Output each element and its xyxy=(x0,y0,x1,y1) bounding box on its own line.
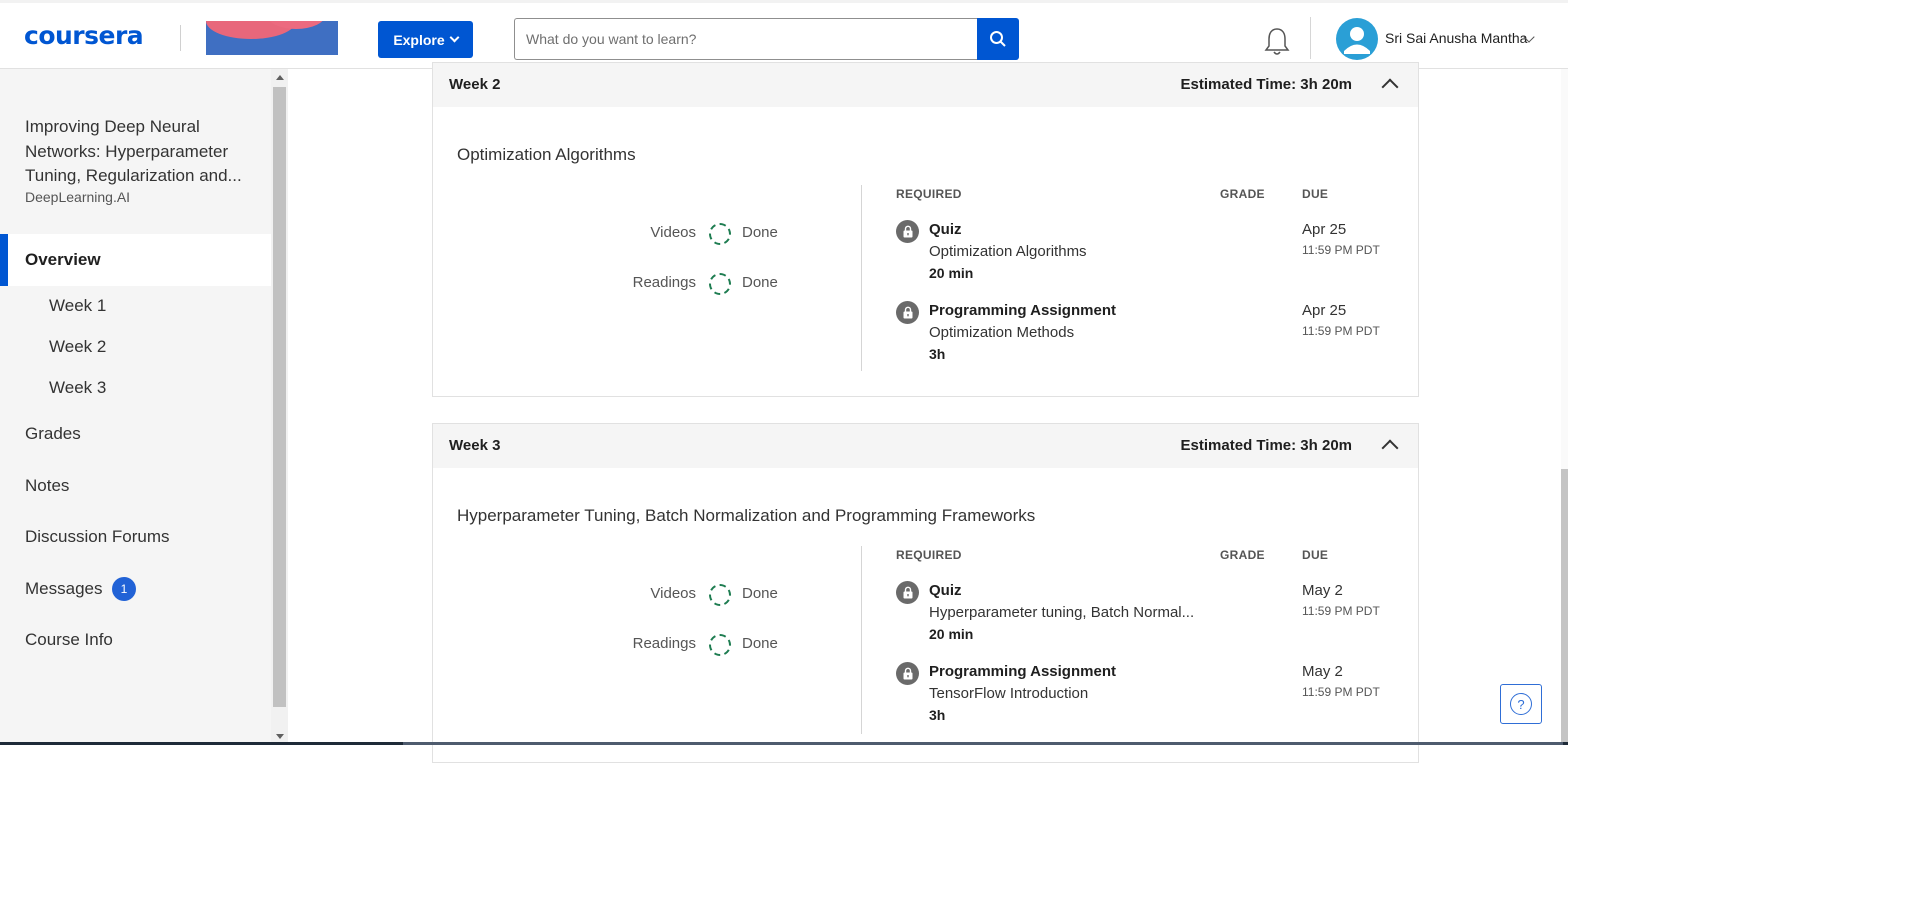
sidebar-item-week-2[interactable]: Week 2 xyxy=(49,337,106,357)
item-duration: 20 min xyxy=(929,626,974,642)
estimated-time: Estimated Time: 3h 20m xyxy=(1180,437,1352,454)
item-duration: 3h xyxy=(929,707,946,723)
estimated-time: Estimated Time: 3h 20m xyxy=(1180,76,1352,93)
column-header-due: DUE xyxy=(1302,187,1329,201)
lock-icon xyxy=(896,301,919,324)
main-scroll-thumb[interactable] xyxy=(1561,469,1568,745)
search-icon xyxy=(990,31,1006,47)
explore-button[interactable]: Explore xyxy=(378,21,473,58)
item-name[interactable]: Hyperparameter tuning, Batch Normal... xyxy=(929,604,1194,621)
help-icon: ? xyxy=(1510,693,1532,715)
item-type[interactable]: Quiz xyxy=(929,582,962,599)
due-date: Apr 25 xyxy=(1302,221,1347,238)
due-time: 11:59 PM PDT xyxy=(1302,604,1380,618)
column-header-grade: GRADE xyxy=(1220,548,1265,562)
readings-status: Done xyxy=(742,274,778,291)
videos-status: Done xyxy=(742,585,778,602)
readings-label: Readings xyxy=(632,635,696,652)
search-field[interactable] xyxy=(514,18,978,60)
explore-label: Explore xyxy=(393,31,445,48)
lock-icon xyxy=(896,581,919,604)
week-card-2: Week 2 Estimated Time: 3h 20m Optimizati… xyxy=(432,62,1419,397)
item-type[interactable]: Programming Assignment xyxy=(929,663,1116,680)
header-divider xyxy=(1310,17,1311,59)
column-header-due: DUE xyxy=(1302,548,1329,562)
item-name[interactable]: Optimization Algorithms xyxy=(929,243,1087,260)
chevron-up-icon[interactable] xyxy=(1381,439,1399,457)
user-name[interactable]: Sri Sai Anusha Mantha xyxy=(1385,30,1527,46)
course-sidebar: Improving Deep Neural Networks: Hyperpar… xyxy=(0,69,271,745)
column-divider xyxy=(861,185,862,371)
course-partner: DeepLearning.AI xyxy=(25,189,131,205)
sidebar-item-course-info[interactable]: Course Info xyxy=(25,630,113,650)
week-card-3: Week 3 Estimated Time: 3h 20m Hyperparam… xyxy=(432,423,1419,763)
scroll-up-arrow-icon[interactable] xyxy=(276,75,284,80)
help-button[interactable]: ? xyxy=(1500,684,1542,724)
item-type[interactable]: Quiz xyxy=(929,221,962,238)
item-name[interactable]: Optimization Methods xyxy=(929,324,1074,341)
readings-status: Done xyxy=(742,635,778,652)
videos-label: Videos xyxy=(650,585,696,602)
sidebar-item-week-1[interactable]: Week 1 xyxy=(49,296,106,316)
module-title[interactable]: Hyperparameter Tuning, Batch Normalizati… xyxy=(457,506,1035,526)
due-date: May 2 xyxy=(1302,663,1343,680)
user-icon xyxy=(1344,27,1370,54)
lock-icon xyxy=(896,220,919,243)
main-scrollbar[interactable] xyxy=(1561,69,1568,745)
column-header-required: REQUIRED xyxy=(896,548,962,562)
user-avatar[interactable] xyxy=(1336,18,1378,60)
lock-icon xyxy=(896,662,919,685)
week-title: Week 3 xyxy=(449,437,501,454)
videos-label: Videos xyxy=(650,224,696,241)
progress-ring-icon xyxy=(709,634,731,656)
progress-ring-icon xyxy=(709,223,731,245)
progress-ring-icon xyxy=(709,273,731,295)
logo-divider xyxy=(180,25,181,51)
column-divider xyxy=(861,546,862,734)
top-navigation-bar: coursera Explore Sri Sai Anusha Mantha xyxy=(0,0,1568,69)
progress-ring-icon xyxy=(709,584,731,606)
scroll-down-arrow-icon[interactable] xyxy=(276,734,284,739)
course-title[interactable]: Improving Deep Neural Networks: Hyperpar… xyxy=(25,115,255,189)
sidebar-scrollbar[interactable] xyxy=(271,69,288,745)
readings-label: Readings xyxy=(632,274,696,291)
due-time: 11:59 PM PDT xyxy=(1302,324,1380,338)
search-input[interactable] xyxy=(515,19,978,59)
sidebar-item-messages[interactable]: Messages xyxy=(25,579,102,599)
week-header[interactable]: Week 2 Estimated Time: 3h 20m xyxy=(433,63,1418,107)
coursera-logo[interactable]: coursera xyxy=(24,21,144,50)
week-header[interactable]: Week 3 Estimated Time: 3h 20m xyxy=(433,424,1418,468)
notification-bell-icon[interactable] xyxy=(1262,25,1292,57)
week-title: Week 2 xyxy=(449,76,501,93)
chevron-up-icon[interactable] xyxy=(1381,78,1399,96)
due-time: 11:59 PM PDT xyxy=(1302,243,1380,257)
taskbar-edge xyxy=(0,742,1568,745)
sidebar-item-overview[interactable]: Overview xyxy=(0,234,271,286)
sidebar-item-label: Overview xyxy=(25,250,101,269)
sidebar-item-discussion-forums[interactable]: Discussion Forums xyxy=(25,527,170,547)
sidebar-scroll-thumb[interactable] xyxy=(273,87,286,707)
due-date: May 2 xyxy=(1302,582,1343,599)
item-type[interactable]: Programming Assignment xyxy=(929,302,1116,319)
item-duration: 20 min xyxy=(929,265,974,281)
search-button[interactable] xyxy=(977,18,1019,60)
column-header-required: REQUIRED xyxy=(896,187,962,201)
messages-count-badge: 1 xyxy=(112,577,136,601)
sidebar-item-grades[interactable]: Grades xyxy=(25,424,81,444)
column-header-grade: GRADE xyxy=(1220,187,1265,201)
item-duration: 3h xyxy=(929,346,946,362)
module-title[interactable]: Optimization Algorithms xyxy=(457,145,636,165)
chevron-down-icon xyxy=(449,32,460,43)
partner-logo[interactable] xyxy=(206,21,338,55)
item-name[interactable]: TensorFlow Introduction xyxy=(929,685,1088,702)
due-date: Apr 25 xyxy=(1302,302,1347,319)
sidebar-item-week-3[interactable]: Week 3 xyxy=(49,378,106,398)
videos-status: Done xyxy=(742,224,778,241)
due-time: 11:59 PM PDT xyxy=(1302,685,1380,699)
sidebar-item-notes[interactable]: Notes xyxy=(25,476,69,496)
